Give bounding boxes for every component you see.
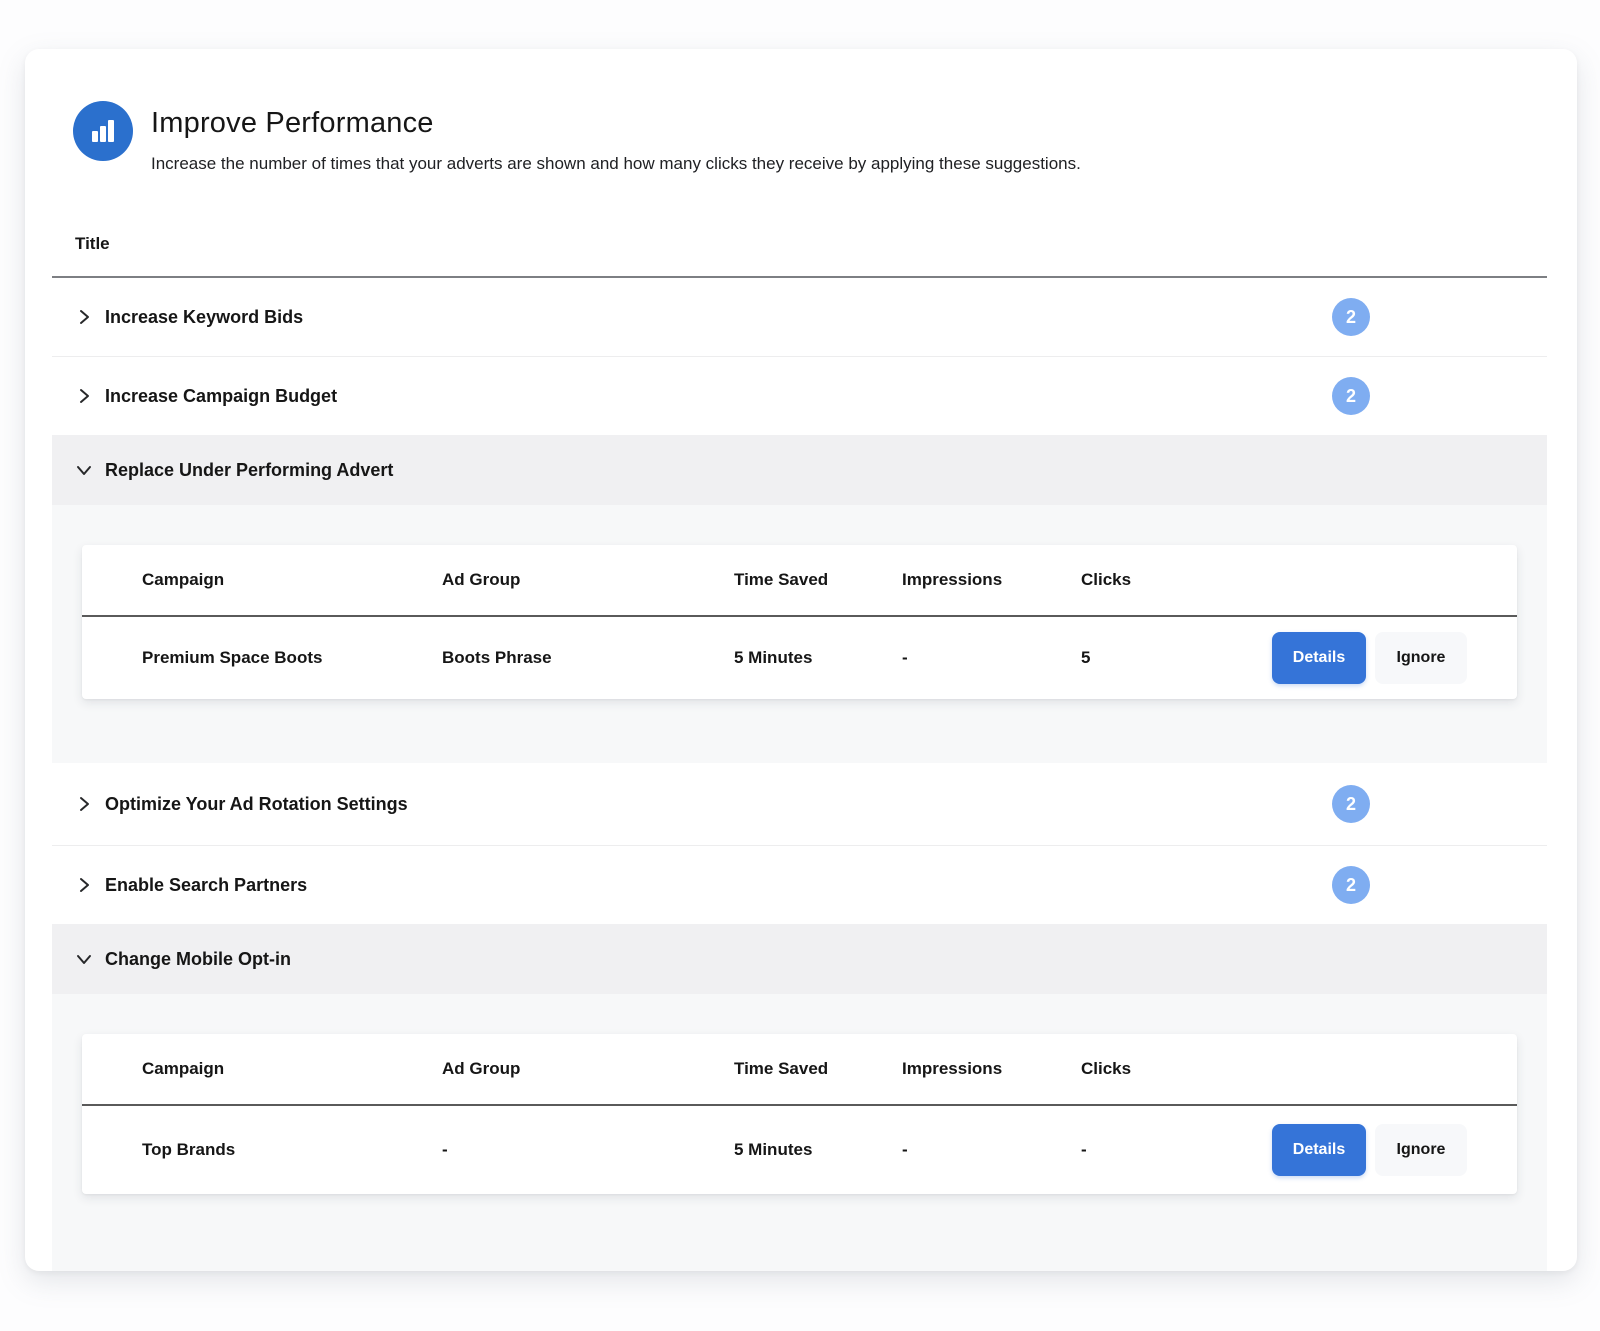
cell-campaign: Top Brands — [142, 1140, 442, 1160]
count-badge: 2 — [1332, 785, 1370, 823]
accordion-row-enable-search-partners[interactable]: Enable Search Partners 2 — [52, 846, 1547, 924]
suggestions-list: Title Increase Keyword Bids 2 Increase C… — [52, 174, 1547, 1271]
count-badge: 2 — [1332, 298, 1370, 336]
ignore-button[interactable]: Ignore — [1375, 1124, 1467, 1176]
row-actions: Details Ignore — [1191, 632, 1467, 684]
cell-impressions: - — [902, 1140, 1081, 1160]
expanded-content-replace-advert: Campaign Ad Group Time Saved Impressions… — [52, 505, 1547, 763]
bar-chart-icon — [73, 101, 133, 161]
count-badge: 2 — [1332, 866, 1370, 904]
details-button[interactable]: Details — [1272, 632, 1366, 684]
table-row: Premium Space Boots Boots Phrase 5 Minut… — [82, 617, 1517, 699]
row-actions: Details Ignore — [1191, 1124, 1467, 1176]
row-label: Enable Search Partners — [105, 875, 307, 896]
column-header-ad-group: Ad Group — [442, 1059, 734, 1079]
row-label: Increase Campaign Budget — [105, 386, 337, 407]
row-label: Change Mobile Opt-in — [105, 949, 291, 970]
details-button[interactable]: Details — [1272, 1124, 1366, 1176]
suggestion-table: Campaign Ad Group Time Saved Impressions… — [82, 1034, 1517, 1194]
cell-impressions: - — [902, 648, 1081, 668]
row-label: Increase Keyword Bids — [105, 307, 303, 328]
column-header-clicks: Clicks — [1081, 1059, 1191, 1079]
column-header-time-saved: Time Saved — [734, 1059, 902, 1079]
row-label: Optimize Your Ad Rotation Settings — [105, 794, 408, 815]
header-text: Improve Performance Increase the number … — [151, 101, 1081, 174]
chevron-right-icon — [75, 387, 93, 405]
table-header-row: Campaign Ad Group Time Saved Impressions… — [82, 545, 1517, 617]
improve-performance-panel: Improve Performance Increase the number … — [25, 49, 1577, 1271]
cell-time-saved: 5 Minutes — [734, 1140, 902, 1160]
column-header-clicks: Clicks — [1081, 570, 1191, 590]
accordion-row-change-mobile-opt-in[interactable]: Change Mobile Opt-in — [52, 924, 1547, 994]
page-subtitle: Increase the number of times that your a… — [151, 154, 1081, 174]
chevron-down-icon — [75, 950, 93, 968]
accordion-row-replace-under-performing-advert[interactable]: Replace Under Performing Advert — [52, 435, 1547, 505]
table-header-row: Campaign Ad Group Time Saved Impressions… — [82, 1034, 1517, 1106]
column-header-impressions: Impressions — [902, 1059, 1081, 1079]
expanded-content-change-mobile-opt-in: Campaign Ad Group Time Saved Impressions… — [52, 994, 1547, 1271]
cell-ad-group: Boots Phrase — [442, 648, 734, 668]
chevron-right-icon — [75, 795, 93, 813]
cell-clicks: 5 — [1081, 648, 1191, 668]
title-column-header: Title — [52, 234, 1547, 254]
table-row: Top Brands - 5 Minutes - - Details Ignor… — [82, 1106, 1517, 1194]
accordion-row-increase-campaign-budget[interactable]: Increase Campaign Budget 2 — [52, 357, 1547, 435]
panel-header: Improve Performance Increase the number … — [25, 49, 1577, 174]
chevron-right-icon — [75, 876, 93, 894]
suggestion-table: Campaign Ad Group Time Saved Impressions… — [82, 545, 1517, 699]
column-header-impressions: Impressions — [902, 570, 1081, 590]
ignore-button[interactable]: Ignore — [1375, 632, 1467, 684]
column-header-campaign: Campaign — [142, 1059, 442, 1079]
column-header-time-saved: Time Saved — [734, 570, 902, 590]
cell-ad-group: - — [442, 1140, 734, 1160]
row-label: Replace Under Performing Advert — [105, 460, 393, 481]
page-title: Improve Performance — [151, 107, 1081, 140]
count-badge: 2 — [1332, 377, 1370, 415]
column-header-ad-group: Ad Group — [442, 570, 734, 590]
cell-clicks: - — [1081, 1140, 1191, 1160]
column-header-campaign: Campaign — [142, 570, 442, 590]
accordion-row-optimize-ad-rotation[interactable]: Optimize Your Ad Rotation Settings 2 — [52, 763, 1547, 845]
cell-time-saved: 5 Minutes — [734, 648, 902, 668]
cell-campaign: Premium Space Boots — [142, 648, 442, 668]
chevron-right-icon — [75, 308, 93, 326]
accordion-row-increase-keyword-bids[interactable]: Increase Keyword Bids 2 — [52, 278, 1547, 356]
chevron-down-icon — [75, 461, 93, 479]
